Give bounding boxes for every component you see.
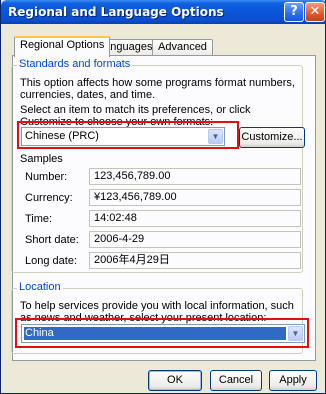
window-title: Regional and Language Options xyxy=(8,5,224,19)
tab-advanced[interactable]: Advanced xyxy=(152,39,213,55)
standards-description: This option affects how some programs fo… xyxy=(20,77,295,101)
sample-short-date-field: 2006-4-29 xyxy=(89,231,301,248)
sample-number-label: Number: xyxy=(25,171,68,183)
sample-long-date-field: 2006年4月29日 xyxy=(89,252,301,269)
sample-long-date-label: Long date: xyxy=(25,255,77,267)
help-button[interactable]: ? xyxy=(284,2,304,22)
sample-number-field: 123,456,789.00 xyxy=(89,168,301,185)
standards-group-title: Standards and formats xyxy=(17,58,133,70)
cancel-button[interactable]: Cancel xyxy=(210,370,262,391)
apply-button[interactable]: Apply xyxy=(269,370,317,391)
close-button[interactable]: ✕ xyxy=(305,2,325,22)
title-bar[interactable]: Regional and Language Options ? ✕ xyxy=(1,0,326,24)
location-group-title: Location xyxy=(17,281,63,293)
tab-regional-options[interactable]: Regional Options xyxy=(14,36,111,57)
location-highlight-box xyxy=(15,318,309,348)
sample-short-date-label: Short date: xyxy=(25,234,79,246)
locale-highlight-box xyxy=(17,121,239,149)
sample-currency-field: ¥123,456,789.00 xyxy=(89,189,301,206)
customize-button[interactable]: Customize... xyxy=(239,127,305,148)
samples-label: Samples xyxy=(20,153,63,165)
sample-time-label: Time: xyxy=(25,213,53,225)
sample-time-field: 14:02:48 xyxy=(89,210,301,227)
ok-button[interactable]: OK xyxy=(148,370,202,391)
sample-currency-label: Currency: xyxy=(25,192,73,204)
dialog-window: Regional and Language Options ? ✕ Region… xyxy=(0,0,326,394)
